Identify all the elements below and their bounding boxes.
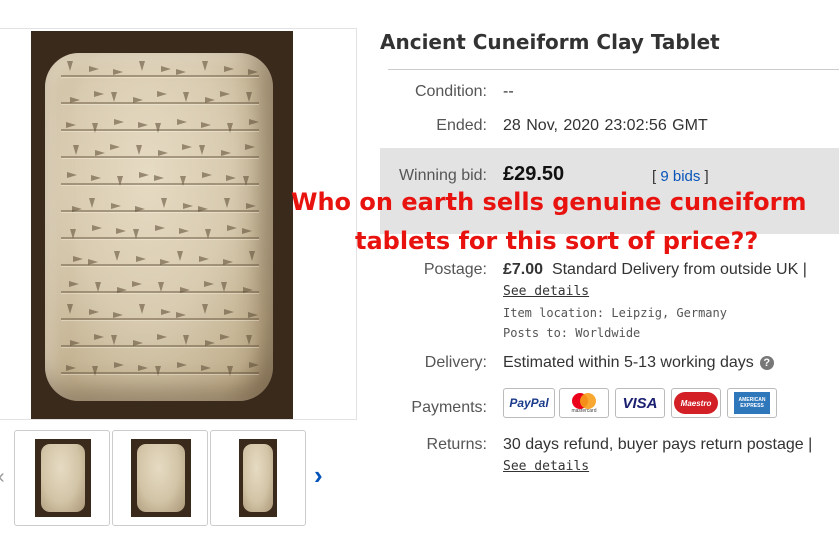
- thumbnail-2-image: [131, 439, 191, 517]
- delivery-estimate: Estimated within 5-13 working days: [503, 354, 754, 371]
- bid-count: [ 9 bids ]: [652, 168, 709, 185]
- overlay-annotation-line-2: tablets for this sort of price??: [355, 227, 759, 255]
- condition-value: --: [503, 83, 514, 100]
- returns-value: 30 days refund, buyer pays return postag…: [503, 436, 813, 453]
- returns-see-details-link[interactable]: See details: [503, 459, 589, 474]
- postage-see-details-link[interactable]: See details: [503, 284, 589, 299]
- thumbnail-3-image: [239, 439, 277, 517]
- postage-description: Standard Delivery from outside UK |: [551, 261, 807, 278]
- thumbnail-2[interactable]: [112, 430, 208, 526]
- delivery-label: Delivery:: [424, 354, 487, 371]
- title-divider: [388, 69, 839, 70]
- help-icon[interactable]: ?: [759, 355, 774, 370]
- thumbnail-strip: [0, 428, 330, 528]
- winning-bid-price: £29.50: [503, 163, 565, 185]
- mastercard-logo-icon: mastercard: [559, 388, 609, 418]
- thumbnail-1-image: [35, 439, 91, 517]
- next-image-arrow-icon[interactable]: ›: [314, 460, 323, 491]
- payments-label: Payments:: [411, 399, 487, 416]
- condition-label: Condition:: [414, 83, 487, 100]
- delivery-value: Estimated within 5-13 working days?: [503, 354, 774, 372]
- winning-bid-label: Winning bid:: [398, 167, 487, 184]
- posts-to: Posts to: Worldwide: [503, 326, 641, 340]
- paypal-logo-icon: PayPal: [503, 388, 555, 418]
- ended-value: 28 Nov, 2020 23:02:56 GMT: [503, 117, 708, 134]
- bid-history-link[interactable]: 9 bids: [660, 168, 700, 185]
- thumbnail-1[interactable]: [14, 430, 110, 526]
- ended-label: Ended:: [436, 117, 487, 134]
- postage-price: £7.00: [503, 261, 544, 278]
- amex-logo-icon: AMERICAN EXPRESS: [727, 388, 777, 418]
- cuneiform-tablet-image: [45, 53, 273, 401]
- maestro-logo-icon: Maestro: [671, 388, 721, 418]
- postage-value: £7.00 Standard Delivery from outside UK …: [503, 261, 807, 279]
- main-product-image[interactable]: [31, 31, 293, 419]
- item-location: Item location: Leipzig, Germany: [503, 306, 727, 320]
- postage-label: Postage:: [423, 261, 487, 278]
- listing-title: Ancient Cuneiform Clay Tablet: [380, 30, 720, 54]
- returns-label: Returns:: [426, 436, 487, 453]
- visa-logo-icon: VISA: [615, 388, 665, 418]
- bids-bracket-close: ]: [704, 168, 709, 185]
- bids-bracket-open: [: [652, 168, 657, 185]
- overlay-annotation-line-1: Who on earth sells genuine cuneiform: [291, 188, 807, 216]
